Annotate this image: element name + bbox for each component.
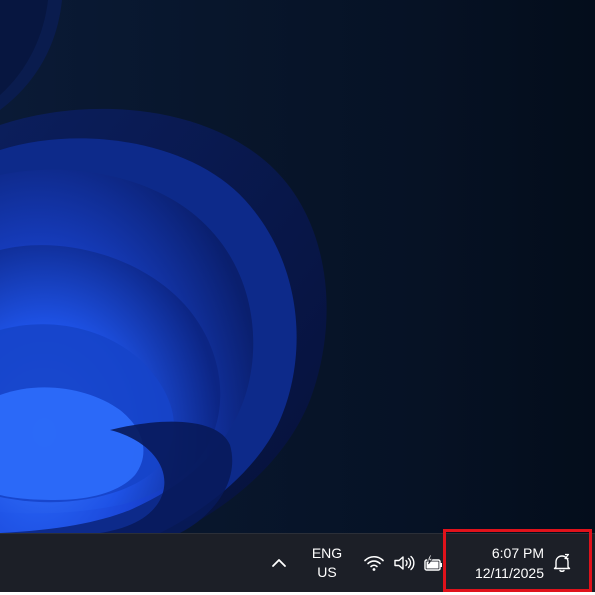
battery-button[interactable] (421, 551, 445, 575)
language-region: US (317, 564, 337, 580)
network-button[interactable] (362, 551, 386, 575)
notification-center-button[interactable] (549, 550, 575, 576)
clock-date: 12/11/2025 (474, 565, 544, 581)
input-language-button[interactable]: ENG US (306, 542, 348, 584)
battery-charging-icon (424, 554, 442, 571)
wifi-icon (364, 555, 384, 571)
speaker-icon (394, 555, 415, 571)
taskbar: ENG US 6:07 PM 12/11/2025 (0, 533, 595, 592)
chevron-up-icon (272, 559, 286, 567)
clock-time: 6:07 PM (491, 545, 544, 561)
desktop-wallpaper (0, 0, 595, 533)
notification-bell-icon (553, 553, 571, 572)
screen: ENG US 6:07 PM 12/11/2025 (0, 0, 595, 595)
language-code: ENG (311, 545, 343, 561)
clock-button[interactable]: 6:07 PM 12/11/2025 (452, 541, 544, 585)
volume-button[interactable] (392, 551, 416, 575)
show-hidden-icons-button[interactable] (266, 549, 292, 577)
wallpaper-bloom (0, 0, 327, 533)
